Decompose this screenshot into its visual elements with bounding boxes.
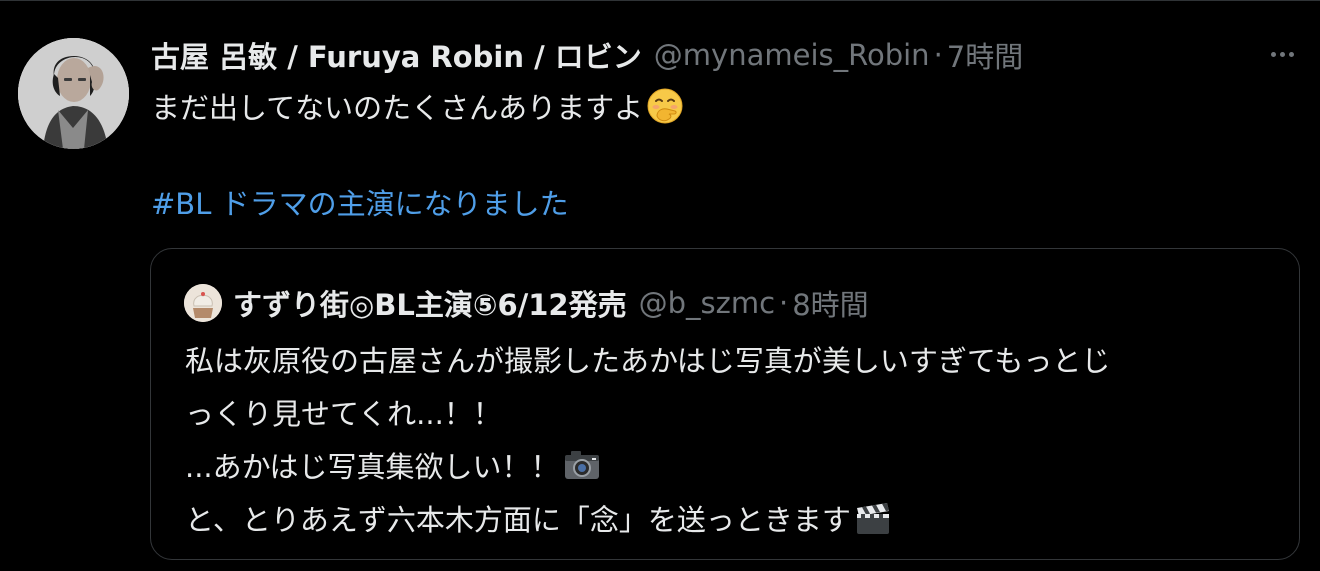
more-dot-icon <box>1288 51 1294 57</box>
more-options-button[interactable] <box>1262 36 1302 72</box>
tweet-header: 古屋 呂敏 / Furuya Robin / ロビン @mynameis_Rob… <box>151 30 1023 80</box>
display-name[interactable]: 古屋 呂敏 / Furuya Robin / ロビン <box>151 34 642 76</box>
avatar[interactable] <box>18 38 129 149</box>
avatar-photo <box>18 38 129 149</box>
quoted-timestamp: 8時間 <box>792 288 869 322</box>
quoted-text-line: っくり見せてくれ...！！ <box>185 397 502 431</box>
camera-icon <box>564 451 599 479</box>
hashtag-link[interactable]: #BL ドラマの主演になりました <box>151 180 569 228</box>
quoted-text-line-3: ...あかはじ写真集欲しい！！ <box>185 441 1275 494</box>
face-with-hand-over-mouth-icon <box>647 88 683 124</box>
quoted-avatar <box>184 284 222 322</box>
quoted-user-handle: @b_szmc <box>638 286 776 320</box>
tweet-text-content: まだ出してないのたくさんありますよ <box>151 91 644 125</box>
user-handle[interactable]: @mynameis_Robin <box>654 38 930 72</box>
tweet[interactable]: 古屋 呂敏 / Furuya Robin / ロビン @mynameis_Rob… <box>0 0 1320 571</box>
clapper-board-icon <box>856 503 889 534</box>
more-dot-icon <box>1270 51 1276 57</box>
quoted-tweet-header: すずり街◎BL主演⑤6/12発売 @b_szmc · 8時間 <box>184 279 869 327</box>
quoted-text-line: と、とりあえず六本木方面に「念」を送っときます <box>185 503 851 537</box>
quoted-text-line: 私は灰原役の古屋さんが撮影したあかはじ写真が美しいすぎてもっとじ <box>185 344 1111 378</box>
quoted-display-name: すずり街◎BL主演⑤6/12発売 <box>233 288 627 322</box>
quoted-text-line: ...あかはじ写真集欲しい！！ <box>185 450 560 484</box>
tweet-timestamp[interactable]: 7時間 <box>947 34 1023 76</box>
quoted-avatar-illustration <box>184 284 222 322</box>
quoted-tweet-card[interactable]: すずり街◎BL主演⑤6/12発売 @b_szmc · 8時間 私は灰原役の古屋さ… <box>150 248 1300 560</box>
tweet-text: まだ出してないのたくさんありますよ <box>151 84 685 132</box>
separator-dot: · <box>933 38 943 72</box>
quoted-separator-dot: · <box>779 286 789 320</box>
quoted-tweet-text: 私は灰原役の古屋さんが撮影したあかはじ写真が美しいすぎてもっとじ っくり見せてく… <box>185 335 1275 547</box>
more-dot-icon <box>1279 51 1285 57</box>
quoted-text-line-4: と、とりあえず六本木方面に「念」を送っときます <box>185 494 1275 547</box>
